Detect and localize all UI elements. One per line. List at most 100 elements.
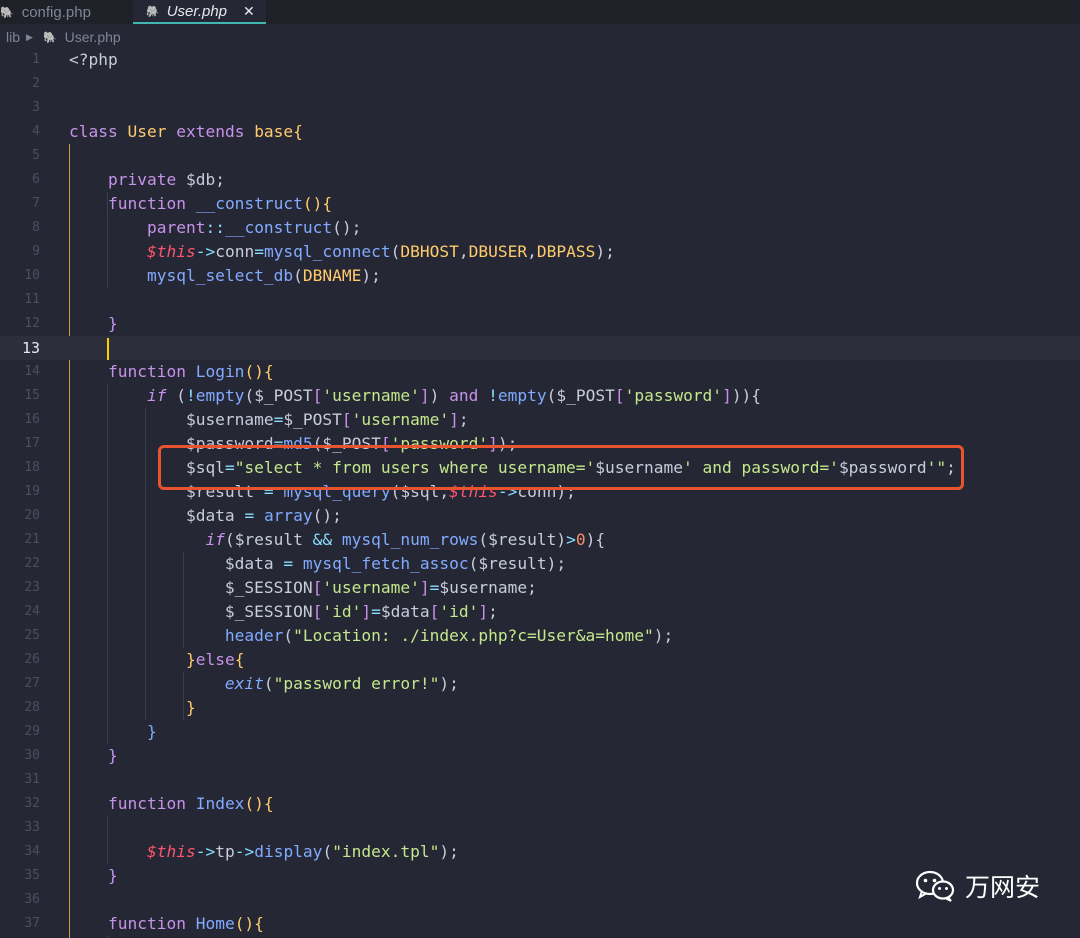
code-token: DBNAME [302,266,362,285]
code-token: ) [429,386,450,405]
breadcrumb-folder[interactable]: lib [6,29,20,45]
line-number: 1 [32,52,40,67]
code-line[interactable]: 29 } [0,720,1080,744]
code-token: 'username' [351,410,450,429]
code-line[interactable]: 2 [0,72,1080,96]
code-token: $data [69,554,284,573]
tab-config-php[interactable]: 🐘 config.php [0,0,128,24]
code-text: $data = array(); [69,504,342,528]
code-token: $this [69,842,196,861]
line-number: 26 [24,652,40,667]
code-token: ( [468,554,479,573]
code-token: 'password' [624,386,723,405]
line-number: 29 [24,724,40,739]
code-line[interactable]: 6 private $db; [0,168,1080,192]
code-line[interactable]: 34 $this->tp->display("index.tpl"); [0,840,1080,864]
code-line[interactable]: 28 } [0,696,1080,720]
tab-bar: 🐘 config.php 🐘 User.php ✕ [0,0,1080,24]
code-line[interactable]: 26 }else{ [0,648,1080,672]
code-token: conn [215,242,255,261]
code-line[interactable]: 32 function Index(){ [0,792,1080,816]
code-token: mysql_fetch_assoc [302,554,469,573]
code-token: ] [722,386,732,405]
close-icon[interactable]: ✕ [243,3,255,20]
code-token: $_POST [283,410,342,429]
code-token: = [273,410,284,429]
code-token: [ [341,410,352,429]
code-line[interactable]: 33 [0,816,1080,840]
code-token: 'id' [439,602,479,621]
code-line[interactable]: 14 function Login(){ [0,360,1080,384]
code-token: } [69,650,196,669]
code-token: } [69,746,118,765]
code-line[interactable]: 16 $username=$_POST['username']; [0,408,1080,432]
code-text: function Index(){ [69,792,274,816]
code-line[interactable]: 24 $_SESSION['id']=$data['id']; [0,600,1080,624]
code-token: class [69,122,128,141]
code-token: = [429,578,440,597]
code-line[interactable]: 9 $this->conn=mysql_connect(DBHOST,DBUSE… [0,240,1080,264]
code-token: -> [195,842,216,861]
line-number: 11 [24,292,40,307]
code-token: $result [488,530,557,549]
code-text: function Login(){ [69,360,274,384]
code-token: (){ [244,362,274,381]
code-line[interactable]: 25 header("Location: ./index.php?c=User&… [0,624,1080,648]
line-number: 8 [32,220,40,235]
code-token: empty [195,386,245,405]
code-line[interactable]: 31 [0,768,1080,792]
code-line[interactable]: 7 function __construct(){ [0,192,1080,216]
code-line[interactable]: 22 $data = mysql_fetch_assoc($result); [0,552,1080,576]
code-token: ); [439,842,459,861]
tab-user-php[interactable]: 🐘 User.php ✕ [133,0,266,24]
code-line[interactable]: 21 if($result && mysql_num_rows($result)… [0,528,1080,552]
code-token: function [69,914,196,933]
line-number: 21 [24,532,40,547]
line-number: 12 [24,316,40,331]
code-token: = [371,602,381,621]
code-token: $data [69,506,245,525]
line-number: 18 [24,460,40,475]
code-line[interactable]: 5 [0,144,1080,168]
line-number: 15 [24,388,40,403]
code-line[interactable]: 1 <?php [0,48,1080,72]
code-editor[interactable]: 1 <?php 2 3 4 class User extends base{5 6 priv… [0,48,1080,938]
code-line[interactable]: 30 } [0,744,1080,768]
code-line[interactable]: 15 if (!empty($_POST['username']) and !e… [0,384,1080,408]
code-token: ) [556,530,567,549]
code-line[interactable]: 11 [0,288,1080,312]
code-line[interactable]: 13 [0,336,1080,360]
code-line[interactable]: 23 $_SESSION['username']=$username; [0,576,1080,600]
code-token: "password error!" [273,674,440,693]
line-number: 27 [24,676,40,691]
code-text: private $db; [69,168,225,192]
line-number: 3 [32,100,40,115]
code-token: base [254,122,294,141]
code-text: } [69,744,118,768]
code-line[interactable]: 8 parent::__construct(); [0,216,1080,240]
code-token: ; [215,170,225,189]
code-line[interactable]: 10 mysql_select_db(DBNAME); [0,264,1080,288]
code-token: ( [263,674,274,693]
code-token: = [254,242,264,261]
breadcrumb-file[interactable]: User.php [65,29,121,45]
code-line[interactable]: 27 exit("password error!"); [0,672,1080,696]
code-line[interactable]: 4 class User extends base{ [0,120,1080,144]
code-token: ){ [585,530,606,549]
line-number: 4 [32,124,40,139]
code-token: && [312,530,342,549]
watermark-text: 万网安 [965,873,1041,902]
code-token: mysql_select_db [69,266,294,285]
line-number: 16 [24,412,40,427]
code-line[interactable]: 20 $data = array(); [0,504,1080,528]
code-text: if($result && mysql_num_rows($result)>0)… [69,528,605,552]
code-line[interactable]: 37 function Home(){ [0,912,1080,936]
code-token: empty [497,386,547,405]
code-line[interactable]: 12 } [0,312,1080,336]
code-line[interactable]: 3 [0,96,1080,120]
code-token: [ [614,386,625,405]
code-text: $data = mysql_fetch_assoc($result); [69,552,566,576]
code-token: ( [283,626,294,645]
code-token: <?php [69,50,118,69]
code-token: ( [176,386,186,405]
